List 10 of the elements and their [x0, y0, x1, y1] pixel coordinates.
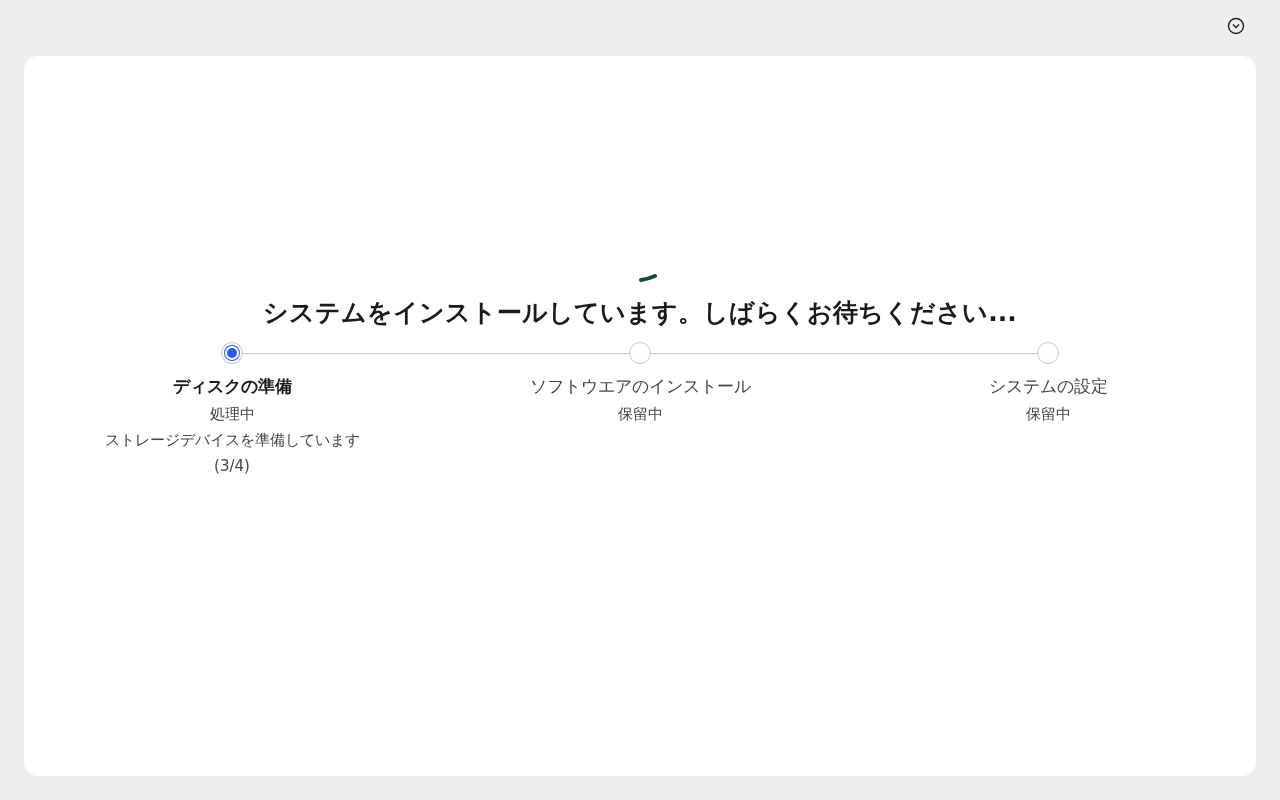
step-status: 保留中 — [1025, 405, 1071, 424]
step-status: 処理中 — [209, 405, 255, 424]
step-status: 保留中 — [617, 405, 663, 424]
spinner-icon — [639, 274, 657, 282]
expand-icon[interactable] — [1227, 17, 1245, 35]
step-title: システムの設定 — [988, 375, 1108, 398]
step-title: ディスクの準備 — [172, 375, 292, 398]
step-detail: ストレージデバイスを準備しています — [104, 431, 360, 450]
heading: システムをインストールしています。しばらくお待ちください... — [263, 297, 1017, 329]
step-title: ソフトウエアのインストール — [529, 375, 751, 398]
